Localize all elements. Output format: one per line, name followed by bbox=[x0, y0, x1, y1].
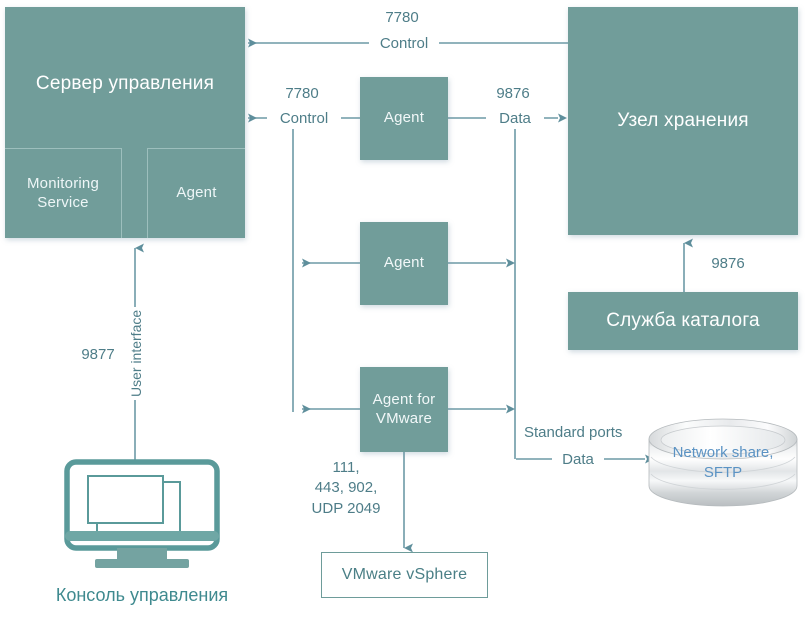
node-agent-middle[interactable]: Agent bbox=[360, 222, 448, 305]
vsphere-ports-line-1: 111, bbox=[332, 459, 360, 476]
node-management-server-agent[interactable]: Agent bbox=[147, 148, 245, 238]
agent-vmware-line-2: VMware bbox=[375, 409, 433, 427]
label-left-control-port: 7780 bbox=[285, 85, 319, 102]
caption-management-console: Консоль управления bbox=[55, 585, 229, 605]
node-vmware-vsphere[interactable]: VMware vSphere bbox=[321, 552, 488, 598]
node-storage-node-label: Узел хранения bbox=[617, 110, 749, 132]
node-network-share[interactable]: Network share, SFTP bbox=[649, 443, 797, 499]
node-catalog-service-label: Служба каталога bbox=[606, 310, 760, 332]
label-share-ports: Standard ports bbox=[524, 424, 623, 441]
label-share-data-kind: Data bbox=[552, 450, 604, 471]
node-vmware-vsphere-label: VMware vSphere bbox=[341, 566, 468, 583]
label-right-data-kind: Data bbox=[486, 109, 544, 130]
label-vsphere-ports: 111, 443, 902, UDP 2049 bbox=[298, 458, 394, 519]
monitor-icon-shape bbox=[64, 459, 220, 568]
label-console-kind: User interface bbox=[128, 306, 144, 400]
node-agent-middle-label: Agent bbox=[383, 254, 425, 272]
node-agent-top[interactable]: Agent bbox=[360, 77, 448, 160]
node-monitoring-service-label: Monitoring Service bbox=[27, 175, 99, 213]
label-top-control-kind: Control bbox=[369, 34, 439, 55]
node-management-server-agent-label: Agent bbox=[176, 184, 217, 202]
node-management-server-label: Сервер управления bbox=[35, 72, 215, 94]
network-share-line-1: Network share, bbox=[672, 444, 774, 461]
node-network-share-label: Network share, SFTP bbox=[649, 443, 797, 484]
label-top-control-port: 7780 bbox=[385, 9, 419, 26]
diagram-canvas: Сервер управления Monitoring Service Age… bbox=[0, 0, 807, 625]
vsphere-ports-line-3: UDP 2049 bbox=[311, 499, 381, 517]
node-monitoring-service[interactable]: Monitoring Service bbox=[5, 148, 122, 238]
label-console-port: 9877 bbox=[81, 346, 115, 363]
node-storage-node[interactable]: Узел хранения bbox=[568, 7, 798, 235]
label-right-data-port: 9876 bbox=[496, 85, 530, 102]
network-share-line-2: SFTP bbox=[703, 464, 743, 482]
monitoring-line-2: Service bbox=[37, 193, 89, 211]
node-agent-vmware-label: Agent for VMware bbox=[373, 391, 436, 429]
node-catalog-service[interactable]: Служба каталога bbox=[568, 292, 798, 350]
node-agent-vmware[interactable]: Agent for VMware bbox=[360, 367, 448, 452]
node-agent-top-label: Agent bbox=[383, 109, 425, 127]
label-catalog-port: 9876 bbox=[711, 255, 745, 272]
vsphere-ports-line-2: 443, 902, bbox=[314, 479, 378, 497]
label-left-control-kind: Control bbox=[267, 109, 341, 130]
agent-vmware-line-1: Agent for bbox=[372, 390, 436, 408]
monitoring-line-1: Monitoring bbox=[26, 174, 100, 192]
